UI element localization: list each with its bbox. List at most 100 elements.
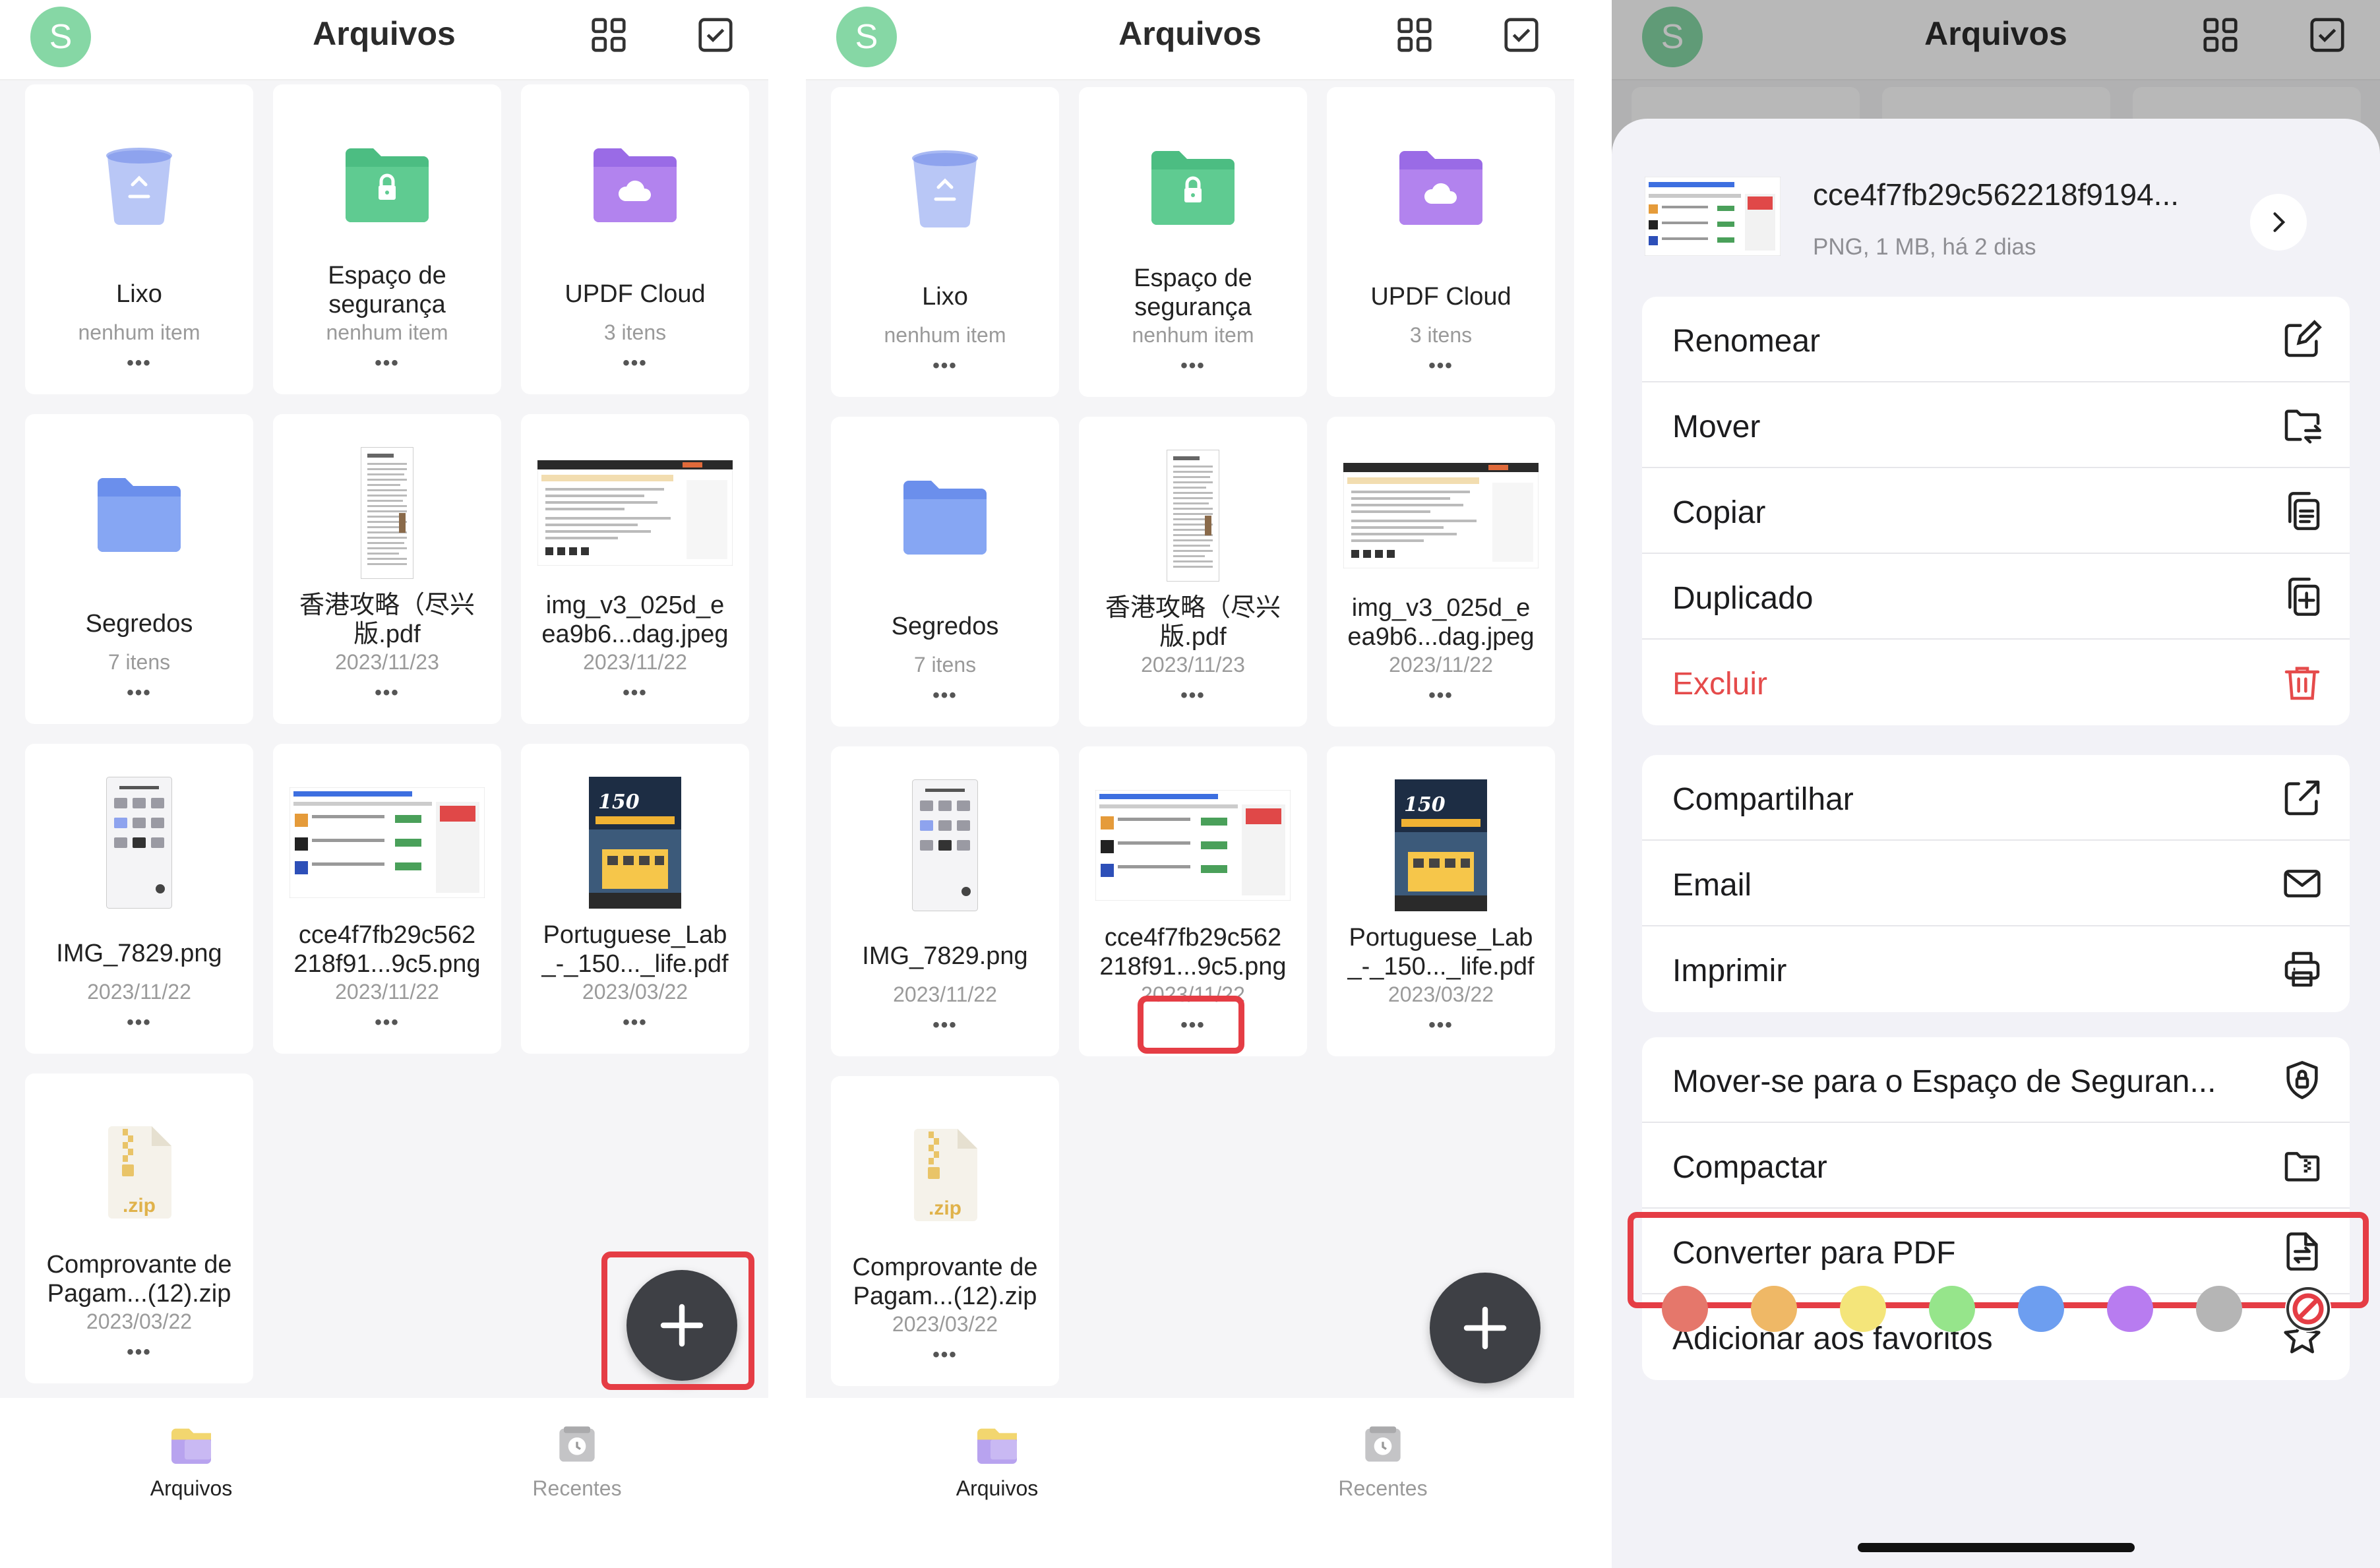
action-delete[interactable]: Excluir [1642, 640, 2350, 725]
file-details-button[interactable] [2250, 194, 2307, 251]
more-options-button[interactable]: ••• [106, 1011, 172, 1038]
locked-folder-icon [1079, 113, 1307, 258]
color-tag-blue[interactable] [2018, 1286, 2064, 1332]
more-options-button[interactable]: ••• [1408, 684, 1474, 711]
share-icon [2281, 777, 2323, 819]
more-options-button[interactable]: ••• [1408, 355, 1474, 381]
file-meta: 7 itens [913, 653, 977, 677]
color-tag-green[interactable] [1929, 1286, 1975, 1332]
action-copy[interactable]: Copiar [1642, 468, 2350, 554]
color-tag-red[interactable] [1662, 1286, 1708, 1332]
more-options-button[interactable]: ••• [106, 682, 172, 708]
action-print[interactable]: Imprimir [1642, 926, 2350, 1012]
nav-recent[interactable]: Recentes [1297, 1418, 1469, 1501]
clear-color-tag-icon[interactable] [2285, 1286, 2331, 1332]
add-button[interactable] [626, 1270, 737, 1381]
select-checkbox-icon[interactable] [695, 15, 736, 55]
pdf-thumbnail [1079, 443, 1307, 588]
jpeg-thumbnail [1327, 443, 1555, 588]
file-name: Espaço de segurança [1134, 264, 1252, 321]
action-email[interactable]: Email [1642, 841, 2350, 926]
action-duplicate[interactable]: Duplicado [1642, 554, 2350, 640]
file-meta: 2023/11/22 [583, 650, 687, 674]
copy-icon [2281, 490, 2323, 532]
file-card[interactable]: Segredos 7 itens ••• [831, 417, 1059, 727]
more-options-button[interactable]: ••• [106, 1341, 172, 1368]
file-card[interactable]: UPDF Cloud 3 itens ••• [1327, 87, 1555, 397]
file-card[interactable]: img_v3_025d_e ea9b6...dag.jpeg 2023/11/22… [521, 414, 749, 724]
file-card[interactable]: cce4f7fb29c562 218f91...9c5.png 2023/11/2… [273, 744, 501, 1054]
more-options-button[interactable]: ••• [602, 1011, 668, 1038]
color-tag-row [1612, 1281, 2380, 1333]
file-card[interactable]: IMG_7829.png 2023/11/22 ••• [25, 744, 253, 1054]
more-options-button[interactable]: ••• [602, 352, 668, 378]
email-icon [2281, 862, 2323, 905]
select-checkbox-icon[interactable] [1501, 15, 1542, 55]
more-options-button[interactable]: ••• [912, 1344, 978, 1370]
nav-files[interactable]: Arquivos [106, 1418, 277, 1501]
file-card[interactable]: .zip Comprovante de Pagam...(12).zip 2023/… [25, 1073, 253, 1383]
action-share[interactable]: Compartilhar [1642, 755, 2350, 841]
action-rename[interactable]: Renomear [1642, 297, 2350, 382]
more-options-button[interactable]: ••• [912, 355, 978, 381]
file-meta: 2023/11/22 [87, 980, 191, 1004]
recent-tab-icon [1365, 1426, 1401, 1462]
file-name: cce4f7fb29c562 218f91...9c5.png [293, 921, 481, 978]
more-options-button[interactable]: ••• [1160, 1014, 1226, 1040]
more-options-button[interactable]: ••• [354, 1011, 420, 1038]
color-tag-gray[interactable] [2196, 1286, 2242, 1332]
printer-icon [2281, 948, 2323, 990]
more-options-button[interactable]: ••• [1408, 1014, 1474, 1040]
nav-files[interactable]: Arquivos [911, 1418, 1083, 1501]
convert-document-icon [2281, 1230, 2323, 1273]
avatar[interactable]: S [30, 7, 91, 67]
file-name: IMG_7829.png [862, 942, 1028, 970]
grid-view-icon[interactable] [1394, 15, 1435, 55]
more-options-button[interactable]: ••• [106, 352, 172, 378]
phone-screenshot-thumbnail [25, 770, 253, 915]
grid-view-icon[interactable] [588, 15, 629, 55]
file-info-header: cce4f7fb29c562218f9194... PNG, 1 MB, há … [1612, 119, 2380, 277]
color-tag-orange[interactable] [1751, 1286, 1797, 1332]
file-card[interactable]: UPDF Cloud 3 itens ••• [521, 84, 749, 394]
action-move-to-secure-space[interactable]: Mover-se para o Espaço de Seguran... [1642, 1037, 2350, 1123]
more-options-button[interactable]: ••• [912, 684, 978, 711]
more-options-button[interactable]: ••• [912, 1014, 978, 1040]
more-options-button[interactable]: ••• [1160, 355, 1226, 381]
file-card[interactable]: Espaço de segurança nenhum item ••• [1079, 87, 1307, 397]
file-card[interactable]: 香港攻略（尽兴 版.pdf 2023/11/23 ••• [273, 414, 501, 724]
color-tag-purple[interactable] [2107, 1286, 2153, 1332]
file-thumbnail [1645, 177, 1781, 256]
file-card[interactable]: Lixo nenhum item ••• [25, 84, 253, 394]
file-card[interactable]: Lixo nenhum item ••• [831, 87, 1059, 397]
avatar[interactable]: S [836, 7, 897, 67]
files-tab-icon [977, 1428, 1017, 1464]
action-label: Excluir [1672, 667, 1768, 702]
color-tag-yellow[interactable] [1840, 1286, 1886, 1332]
folder-icon [831, 443, 1059, 588]
action-move[interactable]: Mover [1642, 382, 2350, 468]
svg-text:150: 150 [598, 791, 640, 814]
file-card[interactable]: cce4f7fb29c562 218f91...9c5.png 2023/11/2… [1079, 746, 1307, 1056]
file-card[interactable]: 150 Portuguese_Lab _-_150..._life.pdf 2023… [521, 744, 749, 1054]
file-meta: nenhum item [884, 323, 1006, 347]
action-label: Renomear [1672, 324, 1821, 359]
more-options-button[interactable]: ••• [354, 352, 420, 378]
more-options-button[interactable]: ••• [354, 682, 420, 708]
more-options-button[interactable]: ••• [1160, 684, 1226, 711]
nav-recent[interactable]: Recentes [491, 1418, 663, 1501]
action-compress[interactable]: Compactar [1642, 1123, 2350, 1209]
file-meta: nenhum item [1132, 323, 1254, 347]
file-card[interactable]: img_v3_025d_e ea9b6...dag.jpeg 2023/11/22… [1327, 417, 1555, 727]
file-card[interactable]: 香港攻略（尽兴 版.pdf 2023/11/23 ••• [1079, 417, 1307, 727]
file-card[interactable]: IMG_7829.png 2023/11/22 ••• [831, 746, 1059, 1056]
file-card[interactable]: Espaço de segurança nenhum item ••• [273, 84, 501, 394]
file-card[interactable]: .zip Comprovante de Pagam...(12).zip 2023/… [831, 1076, 1059, 1386]
more-options-button[interactable]: ••• [602, 682, 668, 708]
file-meta: 2023/11/23 [1141, 653, 1245, 677]
add-button[interactable] [1430, 1273, 1541, 1383]
png-thumbnail [1079, 773, 1307, 918]
file-name: Lixo [116, 280, 162, 308]
file-card[interactable]: 150 Portuguese_Lab _-_150..._life.pdf 2023… [1327, 746, 1555, 1056]
file-card[interactable]: Segredos 7 itens ••• [25, 414, 253, 724]
